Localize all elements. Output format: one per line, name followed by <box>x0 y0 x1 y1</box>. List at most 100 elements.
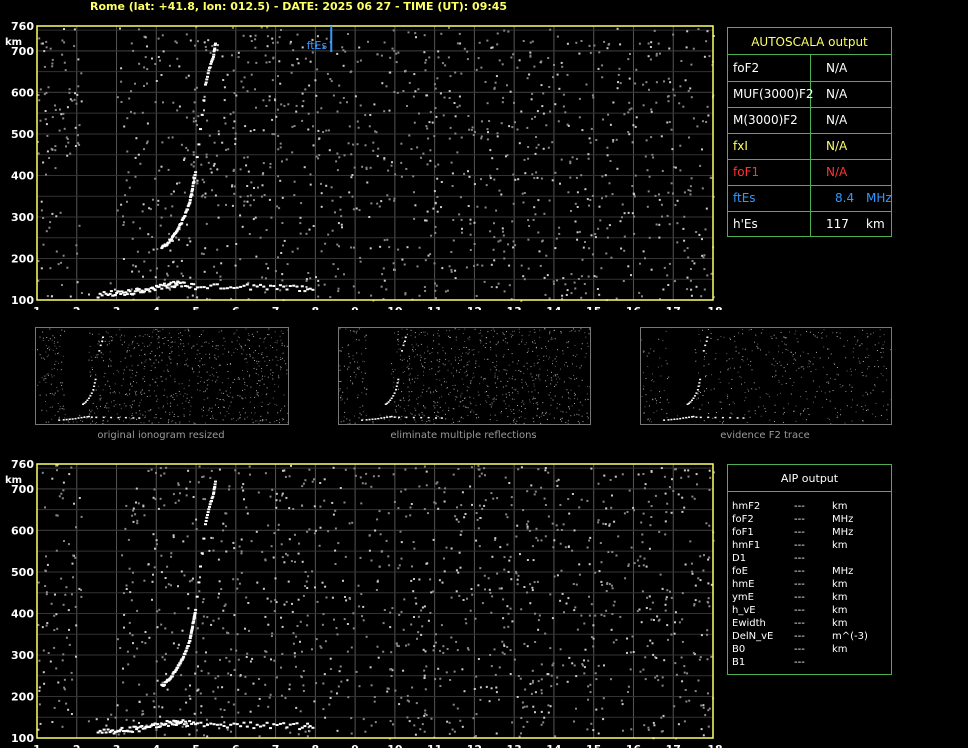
trace-e-point <box>158 283 162 286</box>
trace-f-point <box>193 174 197 177</box>
aip-param-value: --- <box>794 540 805 551</box>
trace-e-point <box>262 285 266 288</box>
trace-e-point <box>249 288 253 291</box>
thumbnail-evidence-f2[interactable] <box>640 327 892 425</box>
trace-f-point <box>162 683 166 686</box>
trace-e-point <box>288 285 292 287</box>
trace-e-point <box>178 282 182 285</box>
x-tick-label: 7 <box>272 743 280 748</box>
aip-param-value: --- <box>794 553 805 564</box>
aip-row: ymE --- km <box>728 591 891 604</box>
trace-e-point <box>292 284 296 287</box>
trace-e-point <box>137 288 141 291</box>
trace-e-point <box>311 726 315 729</box>
aip-param-unit: MHz <box>832 566 854 577</box>
y-tick-label: 100 <box>11 732 34 745</box>
trace-f-point <box>170 238 174 241</box>
trace-f-point <box>212 491 216 494</box>
trace-e-point <box>265 721 269 724</box>
aip-param-value: --- <box>794 618 805 629</box>
trace-e-point <box>255 285 259 288</box>
trace-f-point <box>207 69 211 72</box>
trace-f-point <box>213 483 217 486</box>
page-title: Rome (lat: +41.8, lon: 012.5) - DATE: 20… <box>90 0 508 13</box>
trace-e-point <box>306 722 310 725</box>
trace-f-point <box>186 645 190 647</box>
x-tick-label: 2 <box>73 305 81 310</box>
aip-param-name: foE <box>732 566 748 577</box>
aip-row: hmE --- km <box>728 578 891 591</box>
ftes-marker-label: ftEs <box>307 39 328 52</box>
trace-f-point <box>178 662 182 665</box>
trace-f-point <box>208 66 212 69</box>
trace-f-point <box>193 614 197 617</box>
trace-f-point <box>199 565 202 568</box>
trace-e-point <box>133 290 137 293</box>
autoscala-param-name: MUF(3000)F2 <box>733 87 814 101</box>
trace-f-point <box>204 520 208 522</box>
trace-e-point <box>160 287 164 290</box>
y-tick-label: 760 <box>11 20 34 33</box>
x-tick-label: 6 <box>232 305 240 310</box>
autoscala-param-name: ftEs <box>733 191 756 205</box>
trace-f-point <box>193 177 197 180</box>
x-tick-label: 15 <box>586 305 601 310</box>
trace-f-point <box>180 222 184 225</box>
trace-e-point <box>196 286 200 289</box>
aip-param-name: DelN_vE <box>732 631 774 642</box>
trace-f-point <box>213 47 217 50</box>
x-tick-label: 13 <box>507 305 522 310</box>
thumbnail-svg <box>37 328 289 425</box>
trace-e-point <box>282 285 286 288</box>
trace-e-point <box>212 283 216 286</box>
trace-e-point <box>298 290 302 292</box>
y-tick-label: 400 <box>11 607 34 620</box>
trace-e-point <box>125 293 129 296</box>
aip-param-unit: km <box>832 501 848 512</box>
trace-f-point <box>200 552 204 555</box>
aip-param-value: --- <box>794 605 805 616</box>
autoscala-param-name: foF1 <box>733 165 760 179</box>
trace-f-point <box>170 675 174 678</box>
trace-f-point <box>210 500 213 502</box>
trace-f-point <box>184 210 188 213</box>
trace-e-point <box>285 726 289 729</box>
trace-e-point <box>282 722 286 725</box>
aip-param-value: --- <box>794 501 805 512</box>
thumbnail-eliminate-reflections[interactable] <box>338 327 591 425</box>
autoscala-row: fxI N/A <box>728 133 891 160</box>
trace-e-point <box>202 286 206 289</box>
trace-e-point <box>148 290 152 293</box>
trace-f-point <box>208 505 211 508</box>
trace-e-point <box>143 290 146 293</box>
x-tick-label: 9 <box>351 305 359 310</box>
trace-e-point <box>269 284 272 287</box>
x-tick-label: 15 <box>586 743 601 748</box>
autoscala-param-value: 117 <box>826 217 849 231</box>
trace-f-point <box>195 595 199 598</box>
aip-param-value: --- <box>794 579 805 590</box>
trace-f-point <box>190 627 194 630</box>
trace-e-point <box>137 730 141 733</box>
autoscala-param-value: N/A <box>826 87 848 101</box>
ionogram-plot-top: ftEs100200300400500600700760km1234567891… <box>0 14 722 310</box>
trace-f-point <box>206 514 209 516</box>
trace-e-point <box>292 723 296 725</box>
trace-e-point <box>232 722 236 725</box>
y-tick-label: 760 <box>11 458 34 471</box>
trace-e-point <box>265 288 269 291</box>
trace-f-point <box>187 642 191 644</box>
trace-e-point <box>308 725 312 728</box>
autoscala-panel: AUTOSCALA output foF2 N/A MUF(3000)F2 N/A M(… <box>727 27 892 237</box>
trace-e-point <box>278 284 282 287</box>
trace-e-point <box>153 289 157 292</box>
x-tick-label: 16 <box>626 743 642 748</box>
aip-param-value: --- <box>794 644 805 655</box>
trace-f-point <box>192 620 196 623</box>
trace-e-point <box>164 284 168 287</box>
trace-f-point <box>191 187 195 190</box>
trace-f-point <box>191 625 195 628</box>
trace-e-point <box>100 294 104 297</box>
thumbnail-original[interactable] <box>35 327 289 425</box>
trace-f-point <box>211 57 215 60</box>
